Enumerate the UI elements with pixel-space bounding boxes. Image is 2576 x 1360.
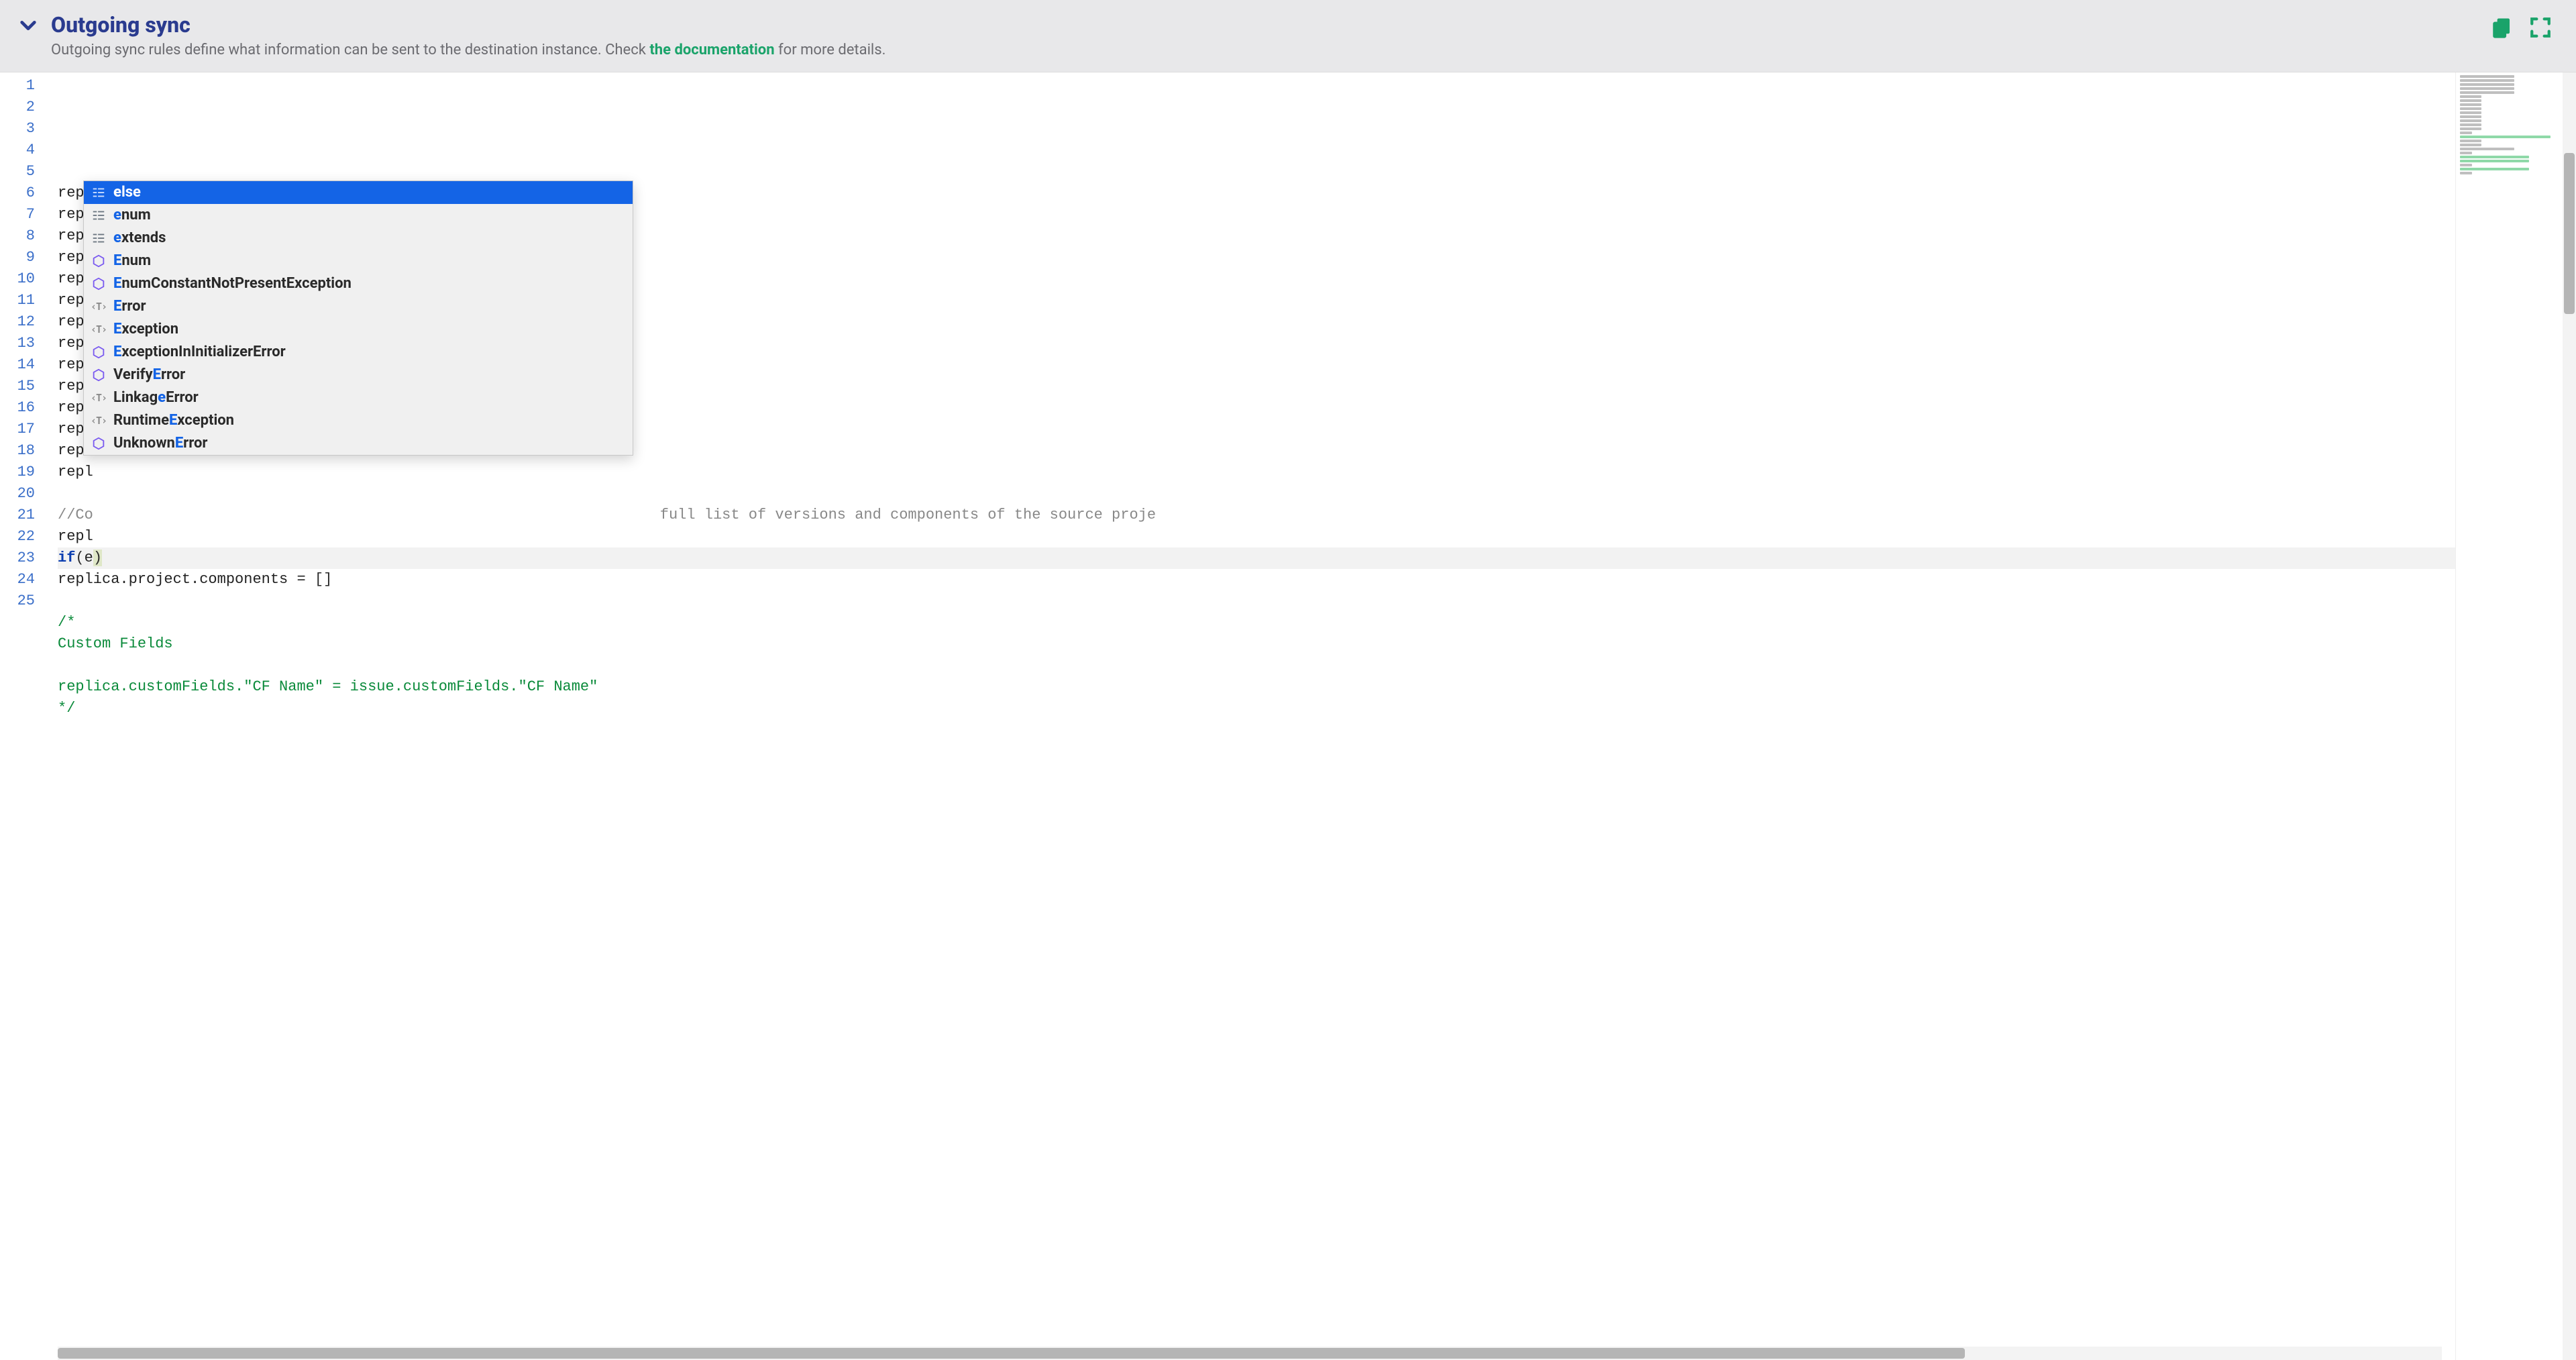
autocomplete-item[interactable]: EnumConstantNotPresentException <box>84 272 633 295</box>
keyword-icon <box>91 207 107 223</box>
autocomplete-item[interactable]: ‹T› Error <box>84 295 633 318</box>
line-number-gutter: 1234567891011121314151617181920212223242… <box>0 72 46 1360</box>
line-number: 17 <box>0 419 35 440</box>
line-number: 15 <box>0 376 35 397</box>
line-number: 18 <box>0 440 35 462</box>
line-number: 4 <box>0 140 35 161</box>
autocomplete-item-label: UnknownError <box>113 433 207 454</box>
autocomplete-item-label: Error <box>113 296 146 317</box>
autocomplete-item[interactable]: ExceptionInInitializerError <box>84 341 633 364</box>
vertical-scrollbar-thumb[interactable] <box>2564 153 2575 314</box>
line-number: 6 <box>0 182 35 204</box>
header-actions <box>2490 12 2557 42</box>
line-number: 13 <box>0 333 35 354</box>
code-line[interactable] <box>58 590 2455 612</box>
autocomplete-item-label: VerifyError <box>113 364 185 386</box>
line-number: 20 <box>0 483 35 505</box>
header-text: Outgoing sync Outgoing sync rules define… <box>51 12 2477 58</box>
code-area[interactable]: replica.key = issue.keyreplica.type = is… <box>46 72 2455 1360</box>
line-number: 3 <box>0 118 35 140</box>
autocomplete-item-label: ExceptionInInitializerError <box>113 342 286 363</box>
vertical-scrollbar[interactable] <box>2563 72 2576 1360</box>
line-number: 7 <box>0 204 35 225</box>
code-line[interactable]: repl <box>58 526 2455 547</box>
line-number: 25 <box>0 590 35 612</box>
type-icon: ‹T› <box>91 413 107 429</box>
keyword-icon <box>91 185 107 201</box>
autocomplete-item-label: LinkageError <box>113 387 199 409</box>
header-subtitle-prefix: Outgoing sync rules define what informat… <box>51 42 649 58</box>
code-editor[interactable]: 1234567891011121314151617181920212223242… <box>0 72 2576 1360</box>
autocomplete-item[interactable]: else <box>84 181 633 204</box>
collapse-chevron-icon[interactable] <box>19 12 38 39</box>
line-number: 21 <box>0 505 35 526</box>
code-line[interactable]: repl <box>58 462 2455 483</box>
class-icon <box>91 276 107 292</box>
autocomplete-item-label: Enum <box>113 250 151 272</box>
line-number: 9 <box>0 247 35 268</box>
code-line[interactable] <box>58 483 2455 505</box>
line-number: 22 <box>0 526 35 547</box>
autocomplete-popup[interactable]: elseenumextendsEnumEnumConstantNotPresen… <box>83 180 633 456</box>
line-number: 14 <box>0 354 35 376</box>
keyword-icon <box>91 230 107 246</box>
header-subtitle-suffix: for more details. <box>775 42 886 58</box>
class-icon <box>91 435 107 452</box>
line-number: 19 <box>0 462 35 483</box>
autocomplete-item-label: EnumConstantNotPresentException <box>113 273 352 295</box>
autocomplete-item[interactable]: enum <box>84 204 633 227</box>
type-icon: ‹T› <box>91 390 107 406</box>
line-number: 23 <box>0 547 35 569</box>
header-subtitle: Outgoing sync rules define what informat… <box>51 42 2477 58</box>
autocomplete-item[interactable]: UnknownError <box>84 432 633 455</box>
autocomplete-item-label: Exception <box>113 319 178 340</box>
autocomplete-item-label: enum <box>113 205 151 226</box>
line-number: 5 <box>0 161 35 182</box>
line-number: 11 <box>0 290 35 311</box>
horizontal-scrollbar[interactable] <box>58 1347 2442 1360</box>
autocomplete-item[interactable]: ‹T› Exception <box>84 318 633 341</box>
line-number: 10 <box>0 268 35 290</box>
line-number: 8 <box>0 225 35 247</box>
autocomplete-item[interactable]: Enum <box>84 250 633 272</box>
documentation-link[interactable]: the documentation <box>649 42 774 58</box>
autocomplete-item-label: RuntimeException <box>113 410 234 431</box>
autocomplete-item[interactable]: ‹T› LinkageError <box>84 386 633 409</box>
autocomplete-item-label: else <box>113 182 141 203</box>
autocomplete-item[interactable]: VerifyError <box>84 364 633 386</box>
autocomplete-item[interactable]: extends <box>84 227 633 250</box>
code-line[interactable]: replica.customFields."CF Name" = issue.c… <box>58 676 2455 698</box>
type-icon: ‹T› <box>91 299 107 315</box>
code-line[interactable]: */ <box>58 698 2455 719</box>
type-icon: ‹T› <box>91 321 107 337</box>
line-number: 12 <box>0 311 35 333</box>
horizontal-scrollbar-thumb[interactable] <box>58 1348 1965 1359</box>
minimap[interactable] <box>2455 72 2563 1360</box>
fullscreen-icon[interactable] <box>2529 16 2552 42</box>
class-icon <box>91 344 107 360</box>
code-line[interactable]: if(e) <box>58 547 2455 569</box>
class-icon <box>91 367 107 383</box>
code-line[interactable]: Custom Fields <box>58 633 2455 655</box>
line-number: 1 <box>0 75 35 97</box>
line-number: 24 <box>0 569 35 590</box>
code-line[interactable]: //Co full list of versions and component… <box>58 505 2455 526</box>
class-icon <box>91 253 107 269</box>
code-line[interactable]: /* <box>58 612 2455 633</box>
line-number: 16 <box>0 397 35 419</box>
header-title: Outgoing sync <box>51 12 2477 38</box>
line-number: 2 <box>0 97 35 118</box>
header-bar: Outgoing sync Outgoing sync rules define… <box>0 0 2576 72</box>
copy-icon[interactable] <box>2490 16 2513 42</box>
autocomplete-item[interactable]: ‹T› RuntimeException <box>84 409 633 432</box>
code-line[interactable]: replica.project.components = [] <box>58 569 2455 590</box>
autocomplete-item-label: extends <box>113 227 166 249</box>
code-line[interactable] <box>58 655 2455 676</box>
